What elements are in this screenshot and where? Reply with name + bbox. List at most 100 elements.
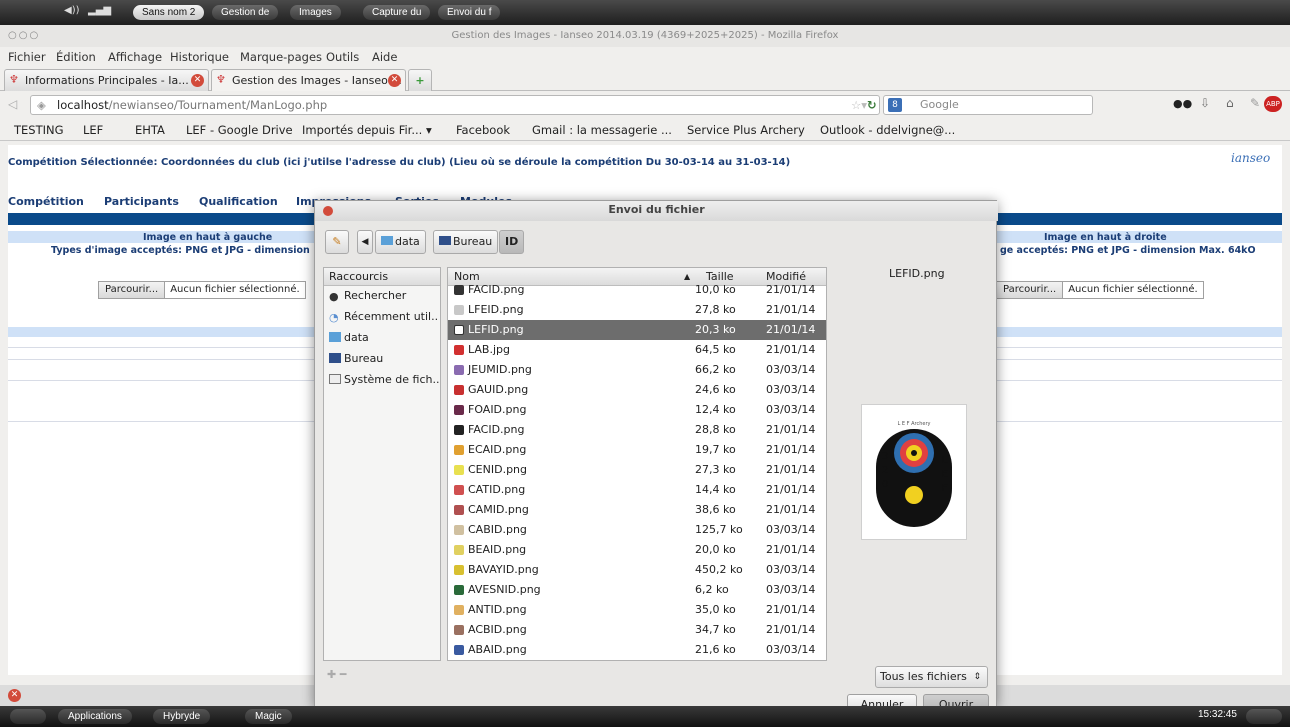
place-systeme[interactable]: Système de fich...: [329, 373, 439, 386]
close-findbar-icon[interactable]: ✕: [8, 689, 21, 702]
dock-applications[interactable]: Applications: [58, 709, 132, 724]
tab-informations[interactable]: ♆ Informations Principales - Ia... ✕: [4, 69, 209, 91]
place-recent[interactable]: ◔ Récemment util...: [329, 310, 439, 323]
dialog-close-icon[interactable]: [323, 206, 333, 216]
menu-aide[interactable]: Aide: [372, 50, 397, 64]
file-size: 21,6 ko: [695, 643, 736, 656]
file-row[interactable]: FACID.png 10,0 ko 21/01/14: [448, 280, 826, 300]
download-icon[interactable]: ⇩: [1200, 96, 1210, 110]
ianseo-logo[interactable]: ianseo: [1231, 151, 1270, 165]
place-rechercher[interactable]: ● Rechercher: [329, 289, 439, 302]
path-data-button[interactable]: data: [375, 230, 426, 254]
file-name: CATID.png: [468, 483, 526, 496]
binoculars-icon[interactable]: ●●: [1173, 97, 1192, 110]
menu-fichier[interactable]: Fichier: [8, 50, 46, 64]
file-row[interactable]: LAB.jpg 64,5 ko 21/01/14: [448, 340, 826, 360]
taskbar-pill-4[interactable]: Envoi du f: [438, 5, 501, 20]
close-tab-icon[interactable]: ✕: [388, 74, 401, 87]
window-controls[interactable]: ○○○: [8, 25, 40, 47]
browse-button[interactable]: Parcourir...: [99, 282, 166, 298]
place-bureau[interactable]: Bureau: [329, 352, 439, 365]
addon-icon[interactable]: ✎: [1250, 96, 1260, 110]
edit-location-button[interactable]: ✎: [325, 230, 349, 254]
path-scroll-left-button[interactable]: ◀: [357, 230, 373, 254]
dock-hybryde[interactable]: Hybryde: [153, 709, 211, 724]
file-row[interactable]: AVESNID.png 6,2 ko 03/03/14: [448, 580, 826, 600]
nav-competition[interactable]: Compétition: [8, 195, 84, 208]
bookmark-service-plus[interactable]: Service Plus Archery: [687, 123, 805, 137]
bookmark-star-icon[interactable]: ☆▾: [851, 96, 867, 114]
file-row[interactable]: BEAID.png 20,0 ko 21/01/14: [448, 540, 826, 560]
file-row[interactable]: ACBID.png 34,7 ko 21/01/14: [448, 620, 826, 640]
bookmark-ehta[interactable]: EHTA: [135, 123, 165, 137]
taskbar-pill-2[interactable]: Images: [290, 5, 341, 20]
path-id-button[interactable]: ID: [499, 230, 525, 254]
dock-start-button[interactable]: [10, 709, 46, 724]
file-list[interactable]: Nom ▲ Taille Modifié FACID.png 10,0 ko 21/…: [447, 267, 827, 661]
file-name: CABID.png: [468, 523, 527, 536]
file-row[interactable]: GAUID.png 24,6 ko 03/03/14: [448, 380, 826, 400]
file-row[interactable]: BAVAYID.png 450,2 ko 03/03/14: [448, 560, 826, 580]
file-row[interactable]: CATID.png 14,4 ko 21/01/14: [448, 480, 826, 500]
bookmark-outlook[interactable]: Outlook - ddelvigne@...: [820, 123, 955, 137]
file-name: ANTID.png: [468, 603, 527, 616]
pencil-icon: ✎: [332, 235, 342, 248]
left-image-types: Types d'image acceptés: PNG et JPG - dim…: [51, 245, 336, 256]
file-row[interactable]: LEFID.png 20,3 ko 21/01/14: [448, 320, 826, 340]
bookmark-testing[interactable]: TESTING: [14, 123, 64, 137]
bookmark-importes[interactable]: Importés depuis Fir... ▾: [302, 123, 432, 137]
back-icon[interactable]: ◁: [8, 97, 17, 111]
bookmark-facebook[interactable]: Facebook: [456, 123, 510, 137]
file-type-filter[interactable]: Tous les fichiers ⇕: [875, 666, 988, 688]
place-data[interactable]: data: [329, 331, 439, 344]
taskbar-pill-3[interactable]: Capture du: [363, 5, 431, 20]
file-row[interactable]: CABID.png 125,7 ko 03/03/14: [448, 520, 826, 540]
clock[interactable]: 15:32:45: [1198, 709, 1237, 720]
file-row[interactable]: LFEID.png 27,8 ko 21/01/14: [448, 300, 826, 320]
taskbar-pill-0[interactable]: Sans nom 2: [133, 5, 205, 20]
file-row[interactable]: ECAID.png 19,7 ko 21/01/14: [448, 440, 826, 460]
dock-end-button[interactable]: [1246, 709, 1282, 724]
bookmark-lef-drive[interactable]: LEF - Google Drive: [186, 123, 293, 137]
system-top-bar: ◀)) ▂▄▆ Sans nom 2 Gestion de Images Cap…: [0, 0, 1290, 25]
path-bureau-button[interactable]: Bureau: [433, 230, 499, 254]
menu-marque-pages[interactable]: Marque-pages: [240, 50, 322, 64]
right-file-input[interactable]: Parcourir... Aucun fichier sélectionné.: [996, 281, 1204, 299]
file-row[interactable]: JEUMID.png 66,2 ko 03/03/14: [448, 360, 826, 380]
left-file-input[interactable]: Parcourir... Aucun fichier sélectionné.: [98, 281, 306, 299]
volume-icon[interactable]: ◀)): [64, 5, 80, 16]
search-engine-icon[interactable]: 8: [888, 98, 902, 112]
file-row[interactable]: ABAID.png 21,6 ko 03/03/14: [448, 640, 826, 660]
browse-button[interactable]: Parcourir...: [997, 282, 1064, 298]
recent-icon: ◔: [329, 311, 339, 323]
file-row[interactable]: CENID.png 27,3 ko 21/01/14: [448, 460, 826, 480]
adblock-icon[interactable]: ABP: [1264, 96, 1282, 112]
places-header[interactable]: Raccourcis: [324, 268, 440, 286]
menu-outils[interactable]: Outils: [326, 50, 359, 64]
file-thumbnail-icon: [454, 425, 464, 435]
nav-qualification[interactable]: Qualification: [199, 195, 278, 208]
menu-historique[interactable]: Historique: [170, 50, 229, 64]
file-row[interactable]: FACID.png 28,8 ko 21/01/14: [448, 420, 826, 440]
home-icon[interactable]: ⌂: [1226, 96, 1234, 110]
dock-magic[interactable]: Magic: [245, 709, 292, 724]
bookmark-gmail[interactable]: Gmail : la messagerie ...: [532, 123, 672, 137]
updown-arrows-icon: ⇕: [973, 672, 981, 682]
taskbar-pill-1[interactable]: Gestion de: [212, 5, 279, 20]
reload-icon[interactable]: ↻: [867, 96, 877, 114]
tab-gestion-images[interactable]: ♆ Gestion des Images - Ianseo ... ✕: [211, 69, 406, 91]
url-bar[interactable]: ◈ localhost/newianseo/Tournament/ManLogo…: [30, 95, 880, 115]
search-box[interactable]: 8 Google: [883, 95, 1093, 115]
menu-edition[interactable]: Édition: [56, 50, 96, 64]
nav-participants[interactable]: Participants: [104, 195, 179, 208]
file-row[interactable]: ANTID.png 35,0 ko 21/01/14: [448, 600, 826, 620]
places-add-remove[interactable]: ✚ ━: [327, 668, 346, 681]
file-row[interactable]: CAMID.png 38,6 ko 21/01/14: [448, 500, 826, 520]
menu-affichage[interactable]: Affichage: [108, 50, 162, 64]
new-tab-button[interactable]: +: [408, 69, 432, 91]
signal-icon[interactable]: ▂▄▆: [88, 5, 111, 16]
bookmark-lef[interactable]: LEF: [83, 123, 103, 137]
close-tab-icon[interactable]: ✕: [191, 74, 204, 87]
file-row[interactable]: FOAID.png 12,4 ko 03/03/14: [448, 400, 826, 420]
site-identity-icon[interactable]: ◈: [37, 96, 46, 114]
